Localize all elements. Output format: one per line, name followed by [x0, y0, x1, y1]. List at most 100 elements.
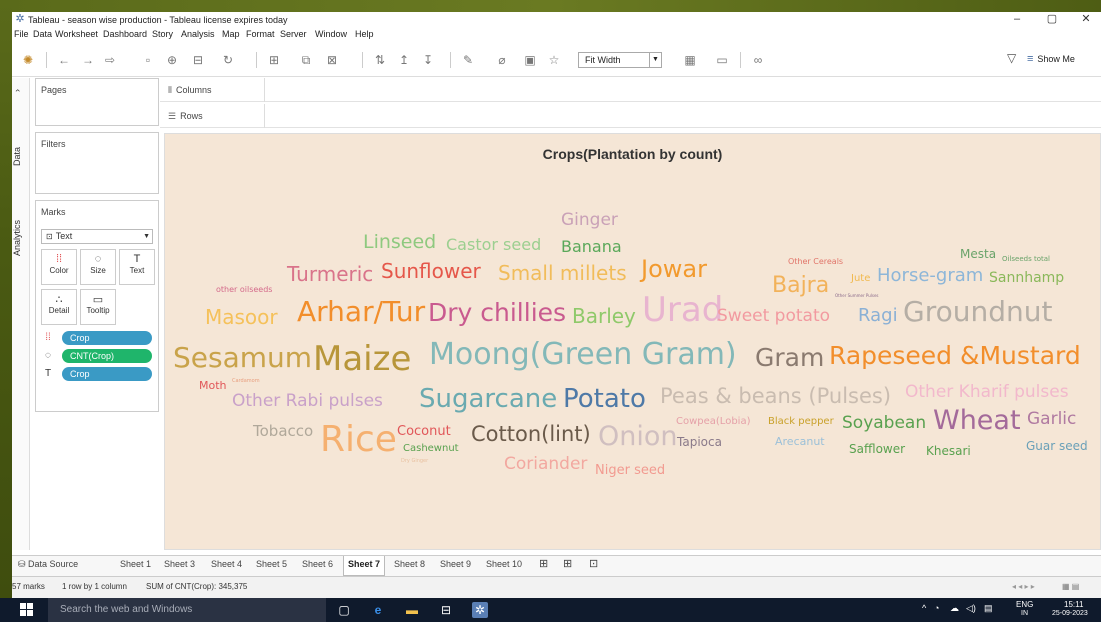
pages-card[interactable]: Pages — [35, 78, 159, 126]
text-button[interactable]: T Text — [119, 249, 155, 285]
word-tapioca[interactable]: Tapioca — [677, 436, 722, 448]
word-coriander[interactable]: Coriander — [504, 456, 587, 473]
tab-sheet-10[interactable]: Sheet 10 — [486, 559, 522, 569]
word-arecanut[interactable]: Arecanut — [775, 436, 825, 447]
word-cloud-view[interactable]: Crops(Plantation by count) Ginger Linsee… — [164, 133, 1101, 550]
windows-start-icon[interactable] — [20, 603, 34, 617]
store-icon[interactable]: ⊟ — [438, 602, 454, 618]
minimize-button[interactable]: – — [1002, 12, 1032, 28]
sheet-sorter-icon[interactable]: ▦ ▤ — [1062, 577, 1079, 597]
cnt-crop-size-pill[interactable]: CNT(Crop) — [62, 349, 152, 363]
word-castor-seed[interactable]: Castor seed — [446, 237, 541, 253]
volume-icon[interactable]: ◁) — [966, 603, 976, 614]
data-source-tab[interactable]: ⛁ Data Source — [18, 559, 78, 570]
word-maize[interactable]: Maize — [313, 342, 411, 376]
menu-analysis[interactable]: Analysis — [181, 29, 215, 39]
redo-icon[interactable]: → — [82, 52, 94, 68]
tab-sheet-3[interactable]: Sheet 3 — [164, 559, 195, 569]
word-oilseeds-total[interactable]: Oilseeds total — [1002, 256, 1050, 263]
sort-descending-icon[interactable]: ↧ — [422, 52, 434, 68]
clear-sheet-icon[interactable]: ⊠ — [326, 52, 338, 68]
word-garlic[interactable]: Garlic — [1027, 411, 1076, 428]
fix-axes-icon[interactable]: ☆ — [548, 52, 560, 68]
duplicate-sheet-icon[interactable]: ⧉ — [300, 52, 312, 68]
close-button[interactable]: ✕ — [1071, 12, 1101, 28]
word-rice[interactable]: Rice — [320, 422, 397, 458]
tab-sheet-8[interactable]: Sheet 8 — [394, 559, 425, 569]
detail-button[interactable]: ∴ Detail — [41, 289, 77, 325]
word-moong[interactable]: Moong(Green Gram) — [429, 340, 737, 370]
word-black-pepper[interactable]: Black pepper — [768, 417, 834, 427]
word-bajra[interactable]: Bajra — [772, 275, 829, 297]
word-dry-chillies[interactable]: Dry chillies — [428, 300, 566, 325]
maximize-button[interactable]: ▢ — [1037, 12, 1067, 28]
save-icon[interactable]: ▫ — [142, 52, 154, 68]
menu-dashboard[interactable]: Dashboard — [103, 29, 147, 39]
word-linseed[interactable]: Linseed — [363, 233, 436, 252]
undo-icon[interactable]: ← — [58, 52, 70, 68]
tab-sheet-4[interactable]: Sheet 4 — [211, 559, 242, 569]
word-peas-beans[interactable]: Peas & beans (Pulses) — [660, 386, 891, 407]
word-cardamom[interactable]: Cardamom — [232, 379, 260, 384]
word-banana[interactable]: Banana — [561, 239, 622, 255]
tab-sheet-1[interactable]: Sheet 1 — [120, 559, 151, 569]
menu-story[interactable]: Story — [152, 29, 173, 39]
presentation-mode-icon[interactable]: ▭ — [716, 52, 728, 68]
word-small-millets[interactable]: Small millets — [498, 263, 627, 283]
taskbar-search-box[interactable]: Search the web and Windows — [48, 598, 326, 622]
word-khesari[interactable]: Khesari — [926, 445, 971, 457]
show-cards-icon[interactable]: ▦ — [684, 52, 696, 68]
word-other-cereals[interactable]: Other Cereals — [788, 258, 843, 266]
word-cowpea-lobia[interactable]: Cowpea(Lobia) — [676, 417, 750, 427]
color-button[interactable]: ⁞⁞ Color — [41, 249, 77, 285]
new-dashboard-tab-icon[interactable]: ⊞ — [563, 557, 572, 570]
menu-data[interactable]: Data — [33, 29, 52, 39]
tableau-home-icon[interactable]: ✺ — [22, 52, 34, 68]
tab-analytics[interactable]: Analytics — [12, 208, 30, 268]
word-guar-seed[interactable]: Guar seed — [1026, 440, 1088, 452]
word-moth[interactable]: Moth — [199, 380, 227, 391]
menu-file[interactable]: File — [14, 29, 29, 39]
sheet-navigation-icon[interactable]: ◂ ◂ ▸ ▸ — [1012, 577, 1035, 597]
tooltip-button[interactable]: ▭ Tooltip — [80, 289, 116, 325]
word-other-summer-pulses[interactable]: Other Summer Pulses — [835, 294, 879, 298]
word-niger-seed[interactable]: Niger seed — [595, 464, 665, 477]
word-wheat[interactable]: Wheat — [933, 407, 1021, 434]
sort-ascending-icon[interactable]: ↥ — [398, 52, 410, 68]
word-ragi[interactable]: Ragi — [858, 307, 898, 325]
show-me-button[interactable]: ≡ Show Me — [1027, 53, 1075, 65]
menu-server[interactable]: Server — [280, 29, 307, 39]
word-other-rabi-pulses[interactable]: Other Rabi pulses — [232, 393, 383, 410]
word-barley[interactable]: Barley — [572, 306, 636, 326]
replay-icon[interactable]: ⇨ — [104, 52, 116, 68]
word-sunflower[interactable]: Sunflower — [381, 261, 481, 281]
word-ginger[interactable]: Ginger — [561, 212, 618, 229]
word-jute[interactable]: Jute — [851, 274, 870, 284]
fit-dropdown[interactable]: Fit Width ▼ — [578, 52, 662, 68]
notification-icon[interactable]: ▤ — [984, 603, 993, 614]
share-icon[interactable]: ∞ — [752, 52, 764, 68]
word-sesamum[interactable]: Sesamum — [173, 344, 312, 372]
word-cashewnut[interactable]: Cashewnut — [403, 444, 459, 454]
word-dry-ginger[interactable]: Dry Ginger — [401, 459, 428, 464]
word-soyabean[interactable]: Soyabean — [842, 415, 926, 432]
word-jowar[interactable]: Jowar — [641, 257, 707, 281]
menu-window[interactable]: Window — [315, 29, 347, 39]
word-groundnut[interactable]: Groundnut — [903, 298, 1052, 326]
word-sweet-potato[interactable]: Sweet potato — [717, 308, 830, 325]
onedrive-icon[interactable]: ☁ — [950, 603, 959, 614]
new-story-tab-icon[interactable]: ⊡ — [589, 557, 598, 570]
word-sugarcane[interactable]: Sugarcane — [419, 386, 557, 412]
new-worksheet-tab-icon[interactable]: ⊞ — [539, 557, 548, 570]
word-mesta[interactable]: Mesta — [960, 248, 996, 260]
tab-sheet-5[interactable]: Sheet 5 — [256, 559, 287, 569]
menu-worksheet[interactable]: Worksheet — [55, 29, 98, 39]
word-turmeric[interactable]: Turmeric — [287, 264, 373, 284]
swap-rows-columns-icon[interactable]: ⇅ — [374, 52, 386, 68]
word-arhar-tur[interactable]: Arhar/Tur — [297, 298, 425, 326]
tableau-taskbar-icon[interactable]: ✲ — [472, 602, 488, 618]
word-other-oilseeds[interactable]: other oilseeds — [216, 286, 272, 294]
highlight-icon[interactable]: ✎ — [462, 52, 474, 68]
tab-sheet-7[interactable]: Sheet 7 — [343, 556, 386, 576]
tab-sheet-9[interactable]: Sheet 9 — [440, 559, 471, 569]
